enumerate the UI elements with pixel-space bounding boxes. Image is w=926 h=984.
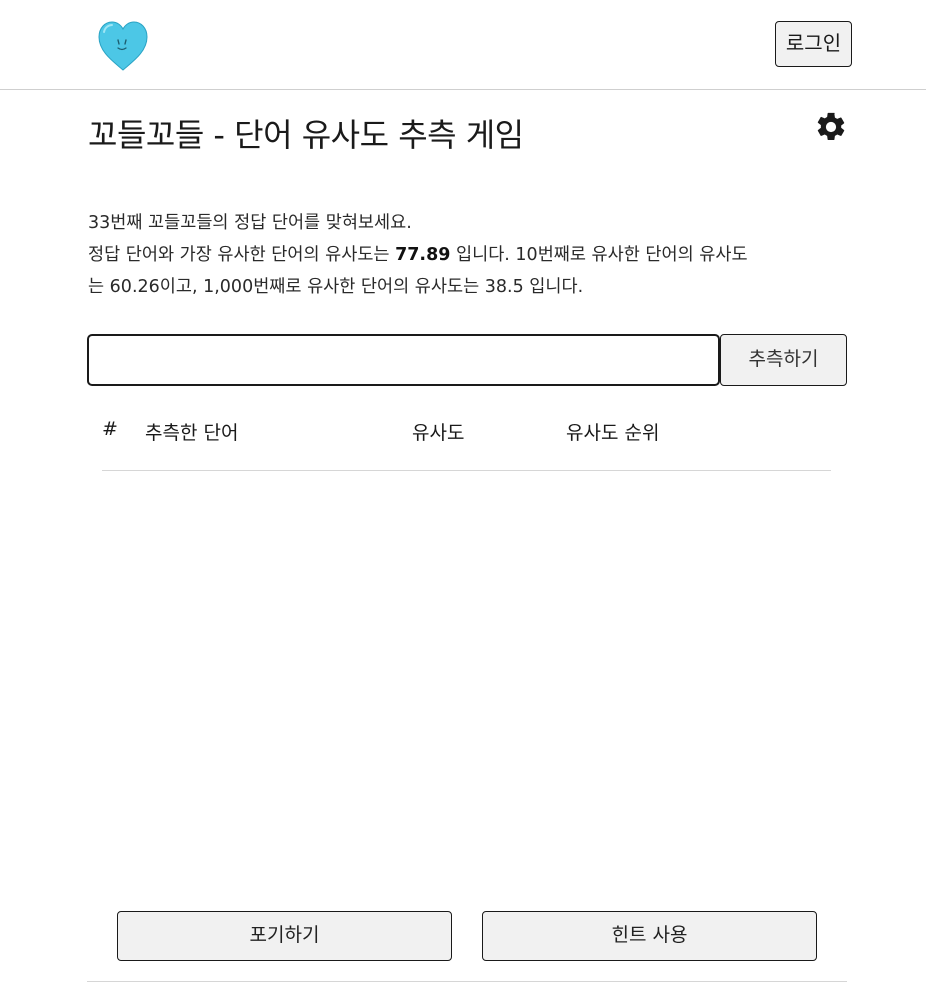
give-up-button[interactable]: 포기하기 — [117, 911, 452, 961]
guess-button[interactable]: 추측하기 — [720, 334, 847, 386]
thousandth-similarity-value: 38.5 — [484, 277, 524, 297]
intro-text-fragment: 이고, 1,000번째로 유사한 단어의 유사도는 — [159, 277, 485, 297]
intro-text-fragment: 입니다. — [523, 277, 584, 297]
page-title: 꼬들꼬들 - 단어 유사도 추측 게임 — [88, 116, 524, 154]
header: 로그인 — [0, 0, 926, 90]
tenth-similarity-value: 60.26 — [109, 277, 160, 297]
use-hint-button[interactable]: 힌트 사용 — [482, 911, 817, 961]
intro-text-fragment: 입니다. 10번째로 유사한 단어의 유사도 — [450, 245, 748, 265]
top-similarity-value: 77.89 — [395, 245, 451, 265]
intro-line-3: 는 60.26이고, 1,000번째로 유사한 단어의 유사도는 38.5 입니… — [88, 271, 828, 303]
login-button[interactable]: 로그인 — [775, 21, 852, 67]
intro-line-1: 33번째 꼬들꼬들의 정답 단어를 맞혀보세요. — [88, 213, 412, 233]
results-table-header: # 추측한 단어 유사도 유사도 순위 — [102, 410, 831, 471]
intro-text-fragment: 는 — [88, 277, 110, 297]
gear-icon[interactable] — [814, 110, 848, 144]
intro-text-fragment: 정답 단어와 가장 유사한 단어의 유사도는 — [88, 245, 396, 265]
column-header-number: # — [102, 418, 118, 440]
column-header-similarity: 유사도 — [412, 422, 465, 444]
intro-text: 33번째 꼬들꼬들의 정답 단어를 맞혀보세요. 정답 단어와 가장 유사한 단… — [88, 207, 828, 303]
column-header-similarity-rank: 유사도 순위 — [566, 422, 660, 444]
page: 로그인 꼬들꼬들 - 단어 유사도 추측 게임 33번째 꼬들꼬들의 정답 단어… — [0, 0, 926, 984]
guess-input[interactable] — [87, 334, 720, 386]
divider — [87, 981, 847, 982]
heart-face-icon[interactable] — [96, 20, 150, 72]
column-header-guessed-word: 추측한 단어 — [145, 422, 239, 444]
intro-line-2: 정답 단어와 가장 유사한 단어의 유사도는 77.89 입니다. 10번째로 … — [88, 239, 828, 271]
